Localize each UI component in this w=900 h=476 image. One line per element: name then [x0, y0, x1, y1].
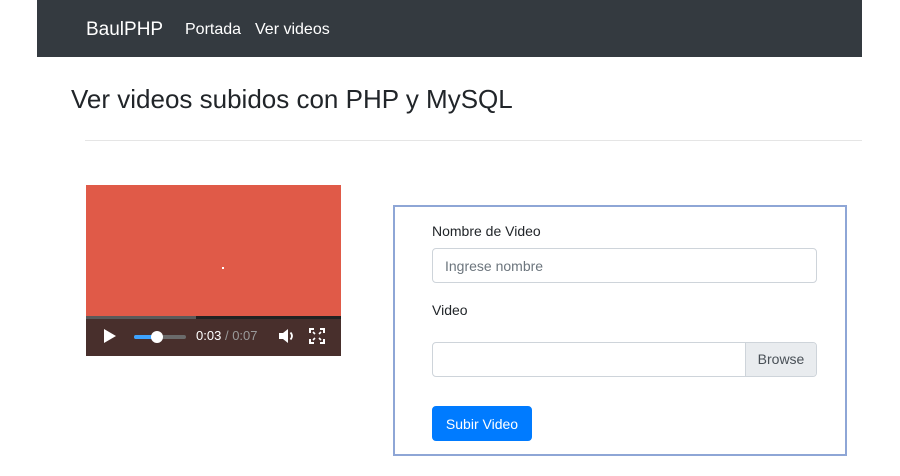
upload-video-button[interactable]: Subir Video	[432, 406, 532, 441]
page-title: Ver videos subidos con PHP y MySQL	[71, 84, 513, 114]
browse-button[interactable]: Browse	[745, 343, 816, 376]
nav-link-ver-videos[interactable]: Ver videos	[255, 21, 330, 39]
playback-progress-fill	[86, 316, 196, 319]
time-display: 0:03 / 0:07	[196, 328, 258, 343]
duration: 0:07	[232, 328, 258, 343]
title-divider	[85, 140, 862, 141]
playback-progress-bar[interactable]	[86, 316, 341, 319]
upload-form-card: Nombre de Video Video Browse Subir Video	[393, 205, 847, 456]
play-icon[interactable]	[103, 328, 117, 344]
video-name-input[interactable]	[432, 248, 817, 283]
volume-slider[interactable]	[134, 331, 186, 343]
current-time: 0:03	[196, 328, 222, 343]
navbar: BaulPHP Portada Ver videos	[37, 0, 862, 57]
video-file-input[interactable]: Browse	[432, 342, 817, 377]
video-file-label: Video	[432, 302, 468, 318]
video-player[interactable]: 0:03 / 0:07	[86, 185, 341, 356]
fullscreen-icon[interactable]	[309, 328, 325, 344]
nav-link-portada[interactable]: Portada	[185, 21, 241, 39]
brand-link[interactable]: BaulPHP	[86, 19, 163, 41]
speaker-icon[interactable]	[278, 328, 296, 344]
video-frame-dot	[222, 267, 224, 269]
volume-slider-thumb[interactable]	[151, 331, 164, 343]
time-separator: /	[224, 328, 229, 343]
video-name-label: Nombre de Video	[432, 223, 541, 239]
video-controls: 0:03 / 0:07	[86, 316, 341, 356]
